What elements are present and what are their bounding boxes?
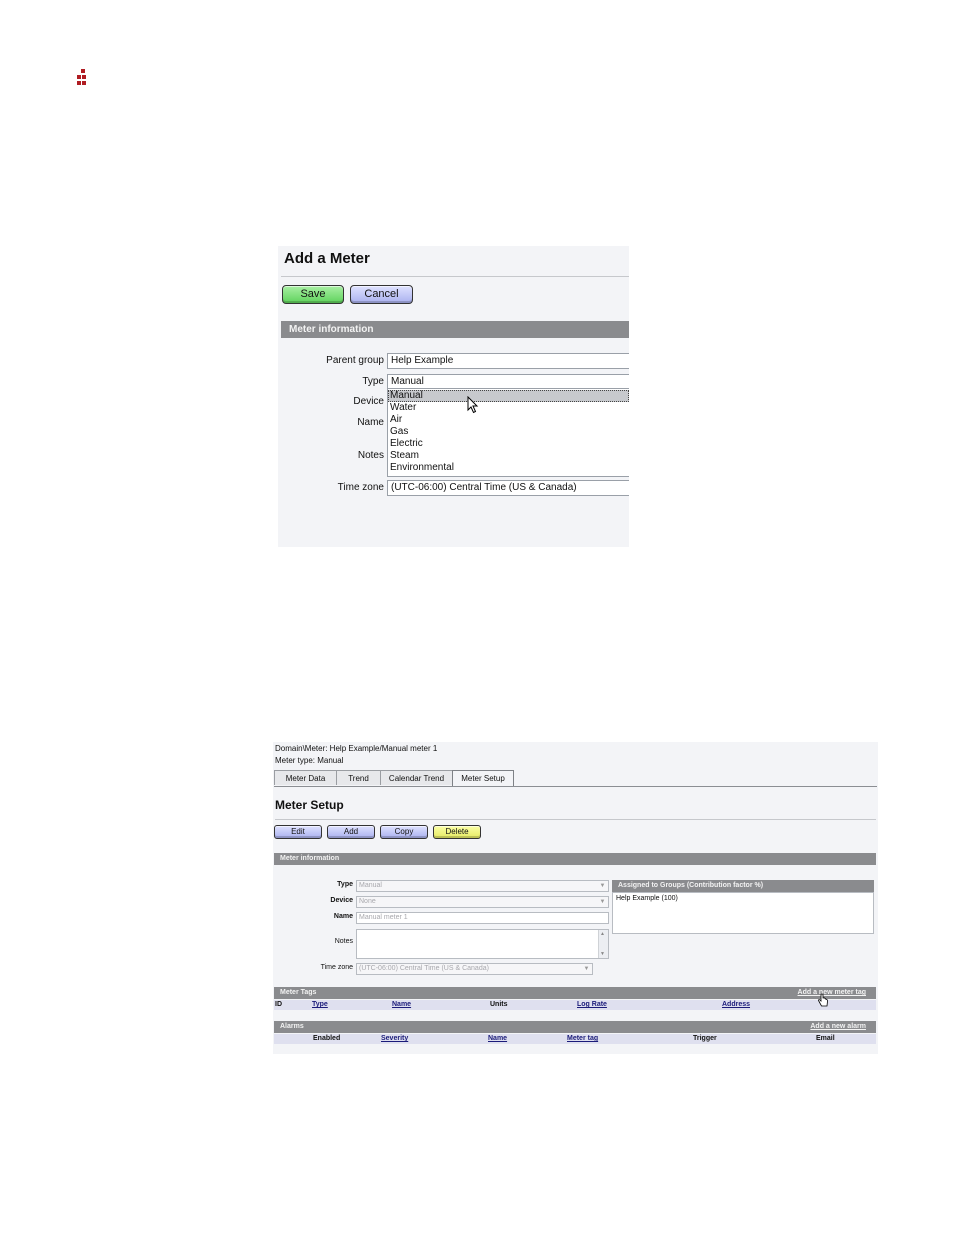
meter-tags-header: Meter Tags Add a new meter tag xyxy=(274,987,876,999)
device-label: Device xyxy=(330,897,353,904)
meter-setup-screenshot: Domain\Meter: Help Example/Manual meter … xyxy=(273,742,878,1054)
add-meter-screenshot: Add a Meter Save Cancel Meter informatio… xyxy=(278,246,629,547)
type-value: Manual xyxy=(359,882,382,889)
page-title: Add a Meter xyxy=(284,250,370,267)
column-email: Email xyxy=(816,1035,835,1042)
type-option-water[interactable]: Water xyxy=(388,402,629,414)
type-option-environmental[interactable]: Environmental xyxy=(388,462,629,474)
tab-calendar-trend[interactable]: Calendar Trend xyxy=(380,770,453,785)
title-divider xyxy=(275,819,876,820)
notes-label: Notes xyxy=(334,938,353,945)
type-option-air[interactable]: Air xyxy=(388,414,629,426)
assigned-groups-list: Help Example (100) xyxy=(612,892,874,934)
time-zone-select[interactable]: (UTC-06:00) Central Time (US & Canada) xyxy=(387,480,629,496)
column-trigger: Trigger xyxy=(693,1035,717,1042)
alarms-column-header: Enabled Severity Name Meter tag Trigger … xyxy=(274,1034,876,1044)
save-button[interactable]: Save xyxy=(282,285,344,304)
column-address[interactable]: Address xyxy=(722,1000,750,1010)
chevron-down-icon: ▼ xyxy=(599,899,606,905)
column-enabled: Enabled xyxy=(313,1035,341,1042)
device-value: None xyxy=(359,898,376,905)
column-type[interactable]: Type xyxy=(312,1000,328,1010)
type-dropdown-list: Manual Water Air Gas Electric Steam Envi… xyxy=(387,388,629,477)
chevron-down-icon: ▼ xyxy=(599,883,606,889)
type-select[interactable]: Manual ▼ xyxy=(356,880,609,892)
title-divider xyxy=(281,276,629,277)
column-meter-tag[interactable]: Meter tag xyxy=(567,1034,598,1044)
assigned-groups-header: Assigned to Groups (Contribution factor … xyxy=(612,880,874,892)
column-severity[interactable]: Severity xyxy=(381,1034,408,1044)
page-title: Meter Setup xyxy=(275,798,344,812)
notes-label: Notes xyxy=(357,450,384,461)
name-label: Name xyxy=(357,417,384,428)
scroll-up-icon: ▲ xyxy=(600,931,605,937)
type-label: Type xyxy=(362,376,384,387)
meter-tags-title: Meter Tags xyxy=(280,989,317,996)
name-label: Name xyxy=(333,913,353,920)
brand-logo-icon xyxy=(77,69,90,85)
type-option-gas[interactable]: Gas xyxy=(388,426,629,438)
column-id: ID xyxy=(275,1001,282,1008)
parent-group-label: Parent group xyxy=(326,355,384,366)
name-field[interactable]: Manual meter 1 xyxy=(356,912,609,924)
column-name[interactable]: Name xyxy=(392,1000,411,1010)
delete-button[interactable]: Delete xyxy=(433,825,481,839)
meter-type-text: Meter type: Manual xyxy=(275,756,344,765)
time-zone-value: (UTC-06:00) Central Time (US & Canada) xyxy=(359,965,489,972)
type-select[interactable]: Manual xyxy=(387,374,629,389)
alarms-title: Alarms xyxy=(280,1023,304,1030)
type-option-steam[interactable]: Steam xyxy=(388,450,629,462)
tab-bar: Meter Data Trend Calendar Trend Meter Se… xyxy=(274,770,877,787)
chevron-down-icon: ▼ xyxy=(583,966,590,972)
add-alarm-link[interactable]: Add a new alarm xyxy=(810,1021,866,1033)
add-meter-tag-link[interactable]: Add a new meter tag xyxy=(798,987,866,999)
mouse-pointer-icon xyxy=(467,396,479,414)
time-zone-label: Time zone xyxy=(320,964,353,971)
device-label: Device xyxy=(353,396,384,407)
meter-tags-column-header: ID Type Name Units Log Rate Address xyxy=(274,1000,876,1010)
time-zone-label: Time zone xyxy=(337,482,384,493)
column-name[interactable]: Name xyxy=(488,1034,507,1044)
notes-scrollbar[interactable]: ▲ ▼ xyxy=(598,930,608,958)
tab-trend[interactable]: Trend xyxy=(336,770,381,785)
copy-button[interactable]: Copy xyxy=(380,825,428,839)
notes-textarea[interactable]: ▲ ▼ xyxy=(356,929,609,959)
tab-meter-data[interactable]: Meter Data xyxy=(274,770,337,785)
device-select[interactable]: None ▼ xyxy=(356,896,609,908)
type-option-electric[interactable]: Electric xyxy=(388,438,629,450)
breadcrumb: Domain\Meter: Help Example/Manual meter … xyxy=(275,744,438,753)
hand-pointer-icon xyxy=(818,993,828,1007)
add-button[interactable]: Add xyxy=(327,825,375,839)
time-zone-select[interactable]: (UTC-06:00) Central Time (US & Canada) ▼ xyxy=(356,963,593,975)
edit-button[interactable]: Edit xyxy=(274,825,322,839)
type-option-manual[interactable]: Manual xyxy=(388,390,629,402)
column-units: Units xyxy=(490,1001,508,1008)
meter-information-header: Meter information xyxy=(281,321,629,338)
scroll-down-icon: ▼ xyxy=(600,951,605,957)
alarms-header: Alarms Add a new alarm xyxy=(274,1021,876,1033)
tab-meter-setup[interactable]: Meter Setup xyxy=(452,770,514,786)
type-label: Type xyxy=(337,881,353,888)
group-item: Help Example (100) xyxy=(616,895,678,902)
meter-information-header: Meter information xyxy=(274,853,876,865)
column-log-rate[interactable]: Log Rate xyxy=(577,1000,607,1010)
cancel-button[interactable]: Cancel xyxy=(350,285,413,304)
parent-group-field[interactable]: Help Example xyxy=(387,353,629,369)
